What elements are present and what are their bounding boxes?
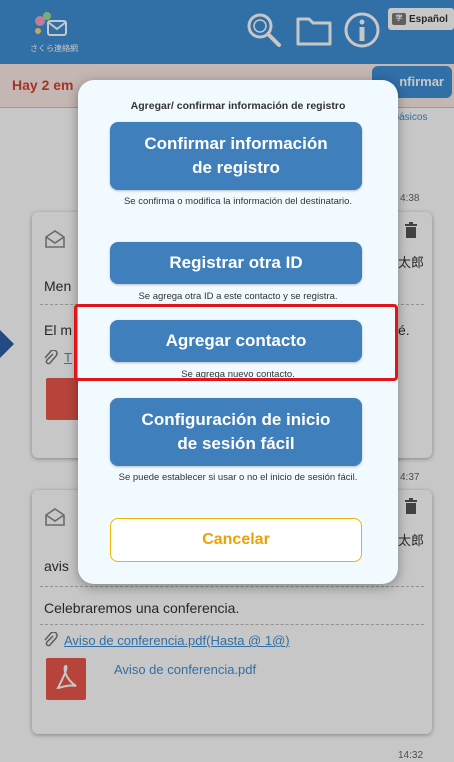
confirm-registration-button[interactable]: Confirmar información de registro (110, 122, 362, 190)
option-description: Se confirma o modifica la información de… (123, 196, 353, 207)
highlight-frame (74, 304, 398, 381)
cancel-button[interactable]: Cancelar (110, 518, 362, 562)
dialog-title: Agregar/ confirmar información de regist… (130, 100, 346, 112)
option-description: Se puede establecer si usar o no el inic… (118, 472, 358, 483)
register-other-id-button[interactable]: Registrar otra ID (110, 242, 362, 284)
easy-login-settings-button[interactable]: Configuración de inicio de sesión fácil (110, 398, 362, 466)
option-description: Se agrega otra ID a este contacto y se r… (138, 291, 338, 302)
